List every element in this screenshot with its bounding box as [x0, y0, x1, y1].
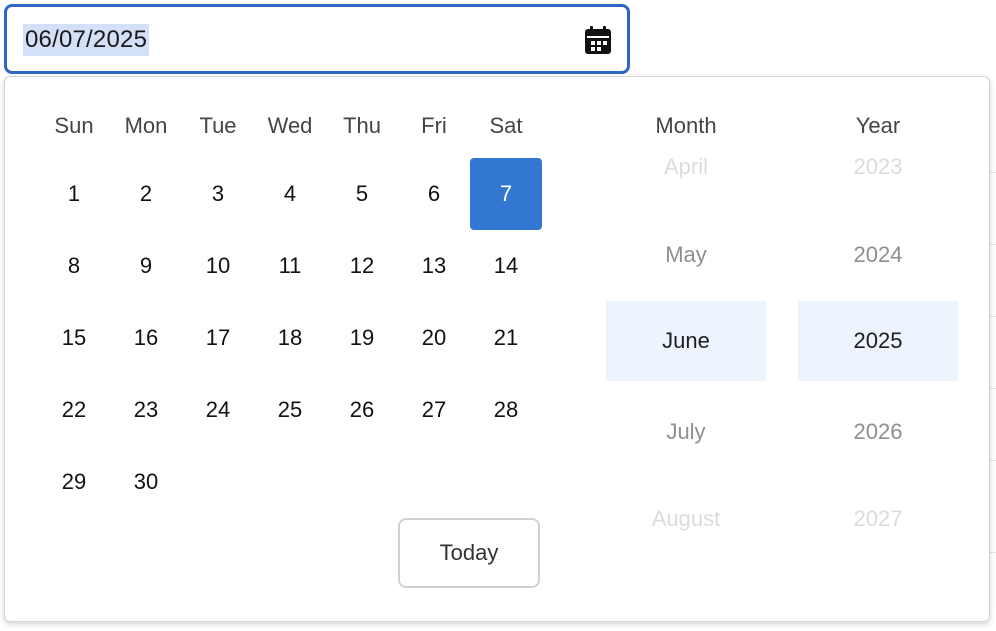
calendar-day[interactable]: 28 — [470, 374, 542, 446]
month-column-header: Month — [655, 113, 717, 138]
calendar-day[interactable]: 14 — [470, 230, 542, 302]
month-option[interactable]: May — [606, 242, 766, 268]
calendar-day[interactable]: 16 — [110, 302, 182, 374]
calendar-day[interactable]: 3 — [182, 158, 254, 230]
month-option[interactable]: August — [606, 506, 766, 532]
calendar-day[interactable]: 4 — [254, 158, 326, 230]
calendar-day[interactable]: 25 — [254, 374, 326, 446]
calendar-day[interactable]: 9 — [110, 230, 182, 302]
date-input-value[interactable]: 06/07/2025 — [23, 24, 150, 56]
today-button[interactable]: Today — [398, 518, 540, 588]
date-input-field[interactable]: 06/07/2025 — [4, 4, 630, 74]
calendar-day[interactable]: 11 — [254, 230, 326, 302]
calendar-day[interactable]: 27 — [398, 374, 470, 446]
calendar-day[interactable]: 2 — [110, 158, 182, 230]
weekday-wed: Wed — [267, 113, 313, 138]
calendar-day-selected[interactable]: 7 — [470, 158, 542, 230]
weekday-tue: Tue — [199, 113, 237, 138]
month-option[interactable]: April — [606, 154, 766, 180]
year-option-selected[interactable]: 2025 — [798, 301, 958, 381]
calendar-day[interactable]: 13 — [398, 230, 470, 302]
calendar-day[interactable]: 20 — [398, 302, 470, 374]
calendar-day[interactable]: 19 — [326, 302, 398, 374]
weekday-thu: Thu — [343, 113, 381, 138]
calendar-day[interactable]: 8 — [38, 230, 110, 302]
calendar-day[interactable]: 29 — [38, 446, 110, 518]
weekday-fri: Fri — [421, 113, 447, 138]
date-picker-popup: Sun Mon Tue Wed Thu Fri Sat 1 2 3 4 5 6 … — [4, 76, 990, 622]
year-option[interactable]: 2023 — [798, 154, 958, 180]
calendar-day[interactable]: 15 — [38, 302, 110, 374]
calendar-day[interactable]: 17 — [182, 302, 254, 374]
calendar-icon[interactable] — [583, 25, 613, 55]
weekday-mon: Mon — [124, 113, 168, 138]
calendar-day[interactable]: 21 — [470, 302, 542, 374]
calendar-day[interactable]: 18 — [254, 302, 326, 374]
calendar-day[interactable]: 23 — [110, 374, 182, 446]
calendar-day[interactable]: 24 — [182, 374, 254, 446]
year-column-header: Year — [855, 113, 901, 138]
month-option[interactable]: July — [606, 419, 766, 445]
weekday-sat: Sat — [489, 113, 523, 138]
calendar-day[interactable]: 26 — [326, 374, 398, 446]
month-option-selected[interactable]: June — [606, 301, 766, 381]
calendar-day[interactable]: 5 — [326, 158, 398, 230]
year-option[interactable]: 2027 — [798, 506, 958, 532]
calendar-day[interactable]: 12 — [326, 230, 398, 302]
calendar-day[interactable]: 22 — [38, 374, 110, 446]
calendar-day[interactable]: 6 — [398, 158, 470, 230]
calendar-day[interactable]: 1 — [38, 158, 110, 230]
calendar-day[interactable]: 30 — [110, 446, 182, 518]
year-option[interactable]: 2026 — [798, 419, 958, 445]
calendar-day[interactable]: 10 — [182, 230, 254, 302]
year-option[interactable]: 2024 — [798, 242, 958, 268]
weekday-sun: Sun — [54, 113, 94, 138]
